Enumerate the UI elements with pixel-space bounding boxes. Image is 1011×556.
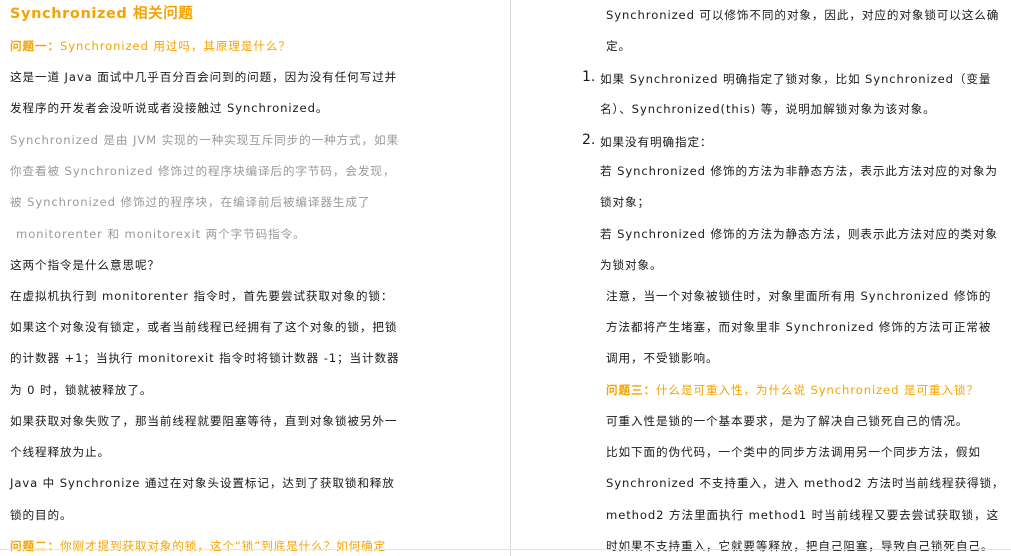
intro-line: Synchronized 可以修饰不同的对象，因此，对应的对象锁可以这么确 [606, 8, 1000, 22]
list-number: 2. [582, 132, 596, 148]
question-three-label: 问题三： [606, 383, 656, 397]
list-item-line: 名）、Synchronized(this) 等，说明加解锁对象为该对象。 [600, 102, 936, 116]
question-two: 问题二：你刚才提到获取对象的锁，这个“锁”到底是什么？如何确定 [10, 538, 386, 554]
paragraph-line: 比如下面的伪代码，一个类中的同步方法调用另一个同步方法，假如 [606, 445, 981, 459]
question-one: 问题一：Synchronized 用过吗，其原理是什么？ [10, 38, 291, 54]
question-one-label: 问题一： [10, 39, 60, 53]
paragraph-line: Synchronized 是由 JVM 实现的一种实现互斥同步的一种方式，如果 [10, 133, 400, 147]
list-item-line: 如果 Synchronized 明确指定了锁对象，比如 Synchronized… [600, 72, 992, 86]
paragraph-line: monitorenter 和 monitorexit 两个字节码指令。 [16, 227, 306, 241]
list-number: 1. [582, 69, 596, 85]
paragraph-line: 可重入性是锁的一个基本要求，是为了解决自己锁死自己的情况。 [606, 414, 969, 428]
paragraph-line: 被 Synchronized 修饰过的程序块，在编译前后被编译器生成了 [10, 195, 371, 209]
page-bottom-rule [0, 549, 1011, 550]
note-line: 方法都将产生堵塞，而对象里非 Synchronized 修饰的方法可正常被 [606, 320, 992, 334]
list-item-line: 如果没有明确指定： [600, 135, 713, 149]
paragraph-line: 你查看被 Synchronized 修饰过的程序块编译后的字节码，会发现， [10, 164, 396, 178]
page-divider [510, 0, 511, 556]
paragraph-line: 这是一道 Java 面试中几乎百分百会问到的问题，因为没有任何写过并 [10, 70, 398, 84]
paragraph-line: Java 中 Synchronize 通过在对象头设置标记，达到了获取锁和释放 [10, 476, 395, 490]
sub-item-line: 锁对象； [600, 195, 650, 209]
paragraph-line: 个线程释放为止。 [10, 445, 110, 459]
paragraph-line: Synchronized 不支持重入，进入 method2 方法时当前线程获得锁… [606, 476, 1005, 490]
sub-item-line: 若 Synchronized 修饰的方法为静态方法，则表示此方法对应的类对象 [600, 227, 998, 241]
question-two-label: 问题二： [10, 539, 60, 553]
note-line: 调用，不受锁影响。 [606, 351, 719, 365]
paragraph-line: 锁的目的。 [10, 508, 73, 522]
sub-item-line: 为锁对象。 [600, 258, 663, 272]
note-line: 注意，当一个对象被锁住时，对象里面所有用 Synchronized 修饰的 [606, 289, 992, 303]
question-three: 问题三：什么是可重入性，为什么说 Synchronized 是可重入锁？ [606, 382, 979, 398]
paragraph-line: 的计数器 +1；当执行 monitorexit 指令时将锁计数器 -1；当计数器 [10, 351, 400, 365]
question-three-text: 什么是可重入性，为什么说 Synchronized 是可重入锁？ [655, 383, 979, 397]
paragraph-line: 发程序的开发者会没听说或者没接触过 Synchronized。 [10, 101, 329, 115]
intro-line: 定。 [606, 39, 631, 53]
paragraph-line: 在虚拟机执行到 monitorenter 指令时，首先要尝试获取对象的锁： [10, 289, 394, 303]
paragraph-line: 为 0 时，锁就被释放了。 [10, 383, 153, 397]
section-title: Synchronized 相关问题 [10, 6, 194, 22]
question-one-text: Synchronized 用过吗，其原理是什么？ [59, 39, 291, 53]
left-page: Synchronized 相关问题 问题一：Synchronized 用过吗，其… [0, 0, 510, 556]
sub-item-line: 若 Synchronized 修饰的方法为非静态方法，表示此方法对应的对象为 [600, 164, 998, 178]
question-two-text: 你刚才提到获取对象的锁，这个“锁”到底是什么？如何确定 [59, 539, 387, 553]
paragraph-line: method2 方法里面执行 method1 时当前线程又要去尝试获取锁，这 [606, 508, 1000, 522]
right-page: Synchronized 可以修饰不同的对象，因此，对应的对象锁可以这么确 定。… [512, 0, 1011, 556]
paragraph-line: 这两个指令是什么意思呢？ [10, 258, 160, 272]
paragraph-line: 时如果不支持重入，它就要等释放，把自己阻塞，导致自己锁死自己。 [606, 539, 994, 553]
paragraph-line: 如果获取对象失败了，那当前线程就要阻塞等待，直到对象锁被另外一 [10, 414, 398, 428]
paragraph-line: 如果这个对象没有锁定，或者当前线程已经拥有了这个对象的锁，把锁 [10, 320, 398, 334]
